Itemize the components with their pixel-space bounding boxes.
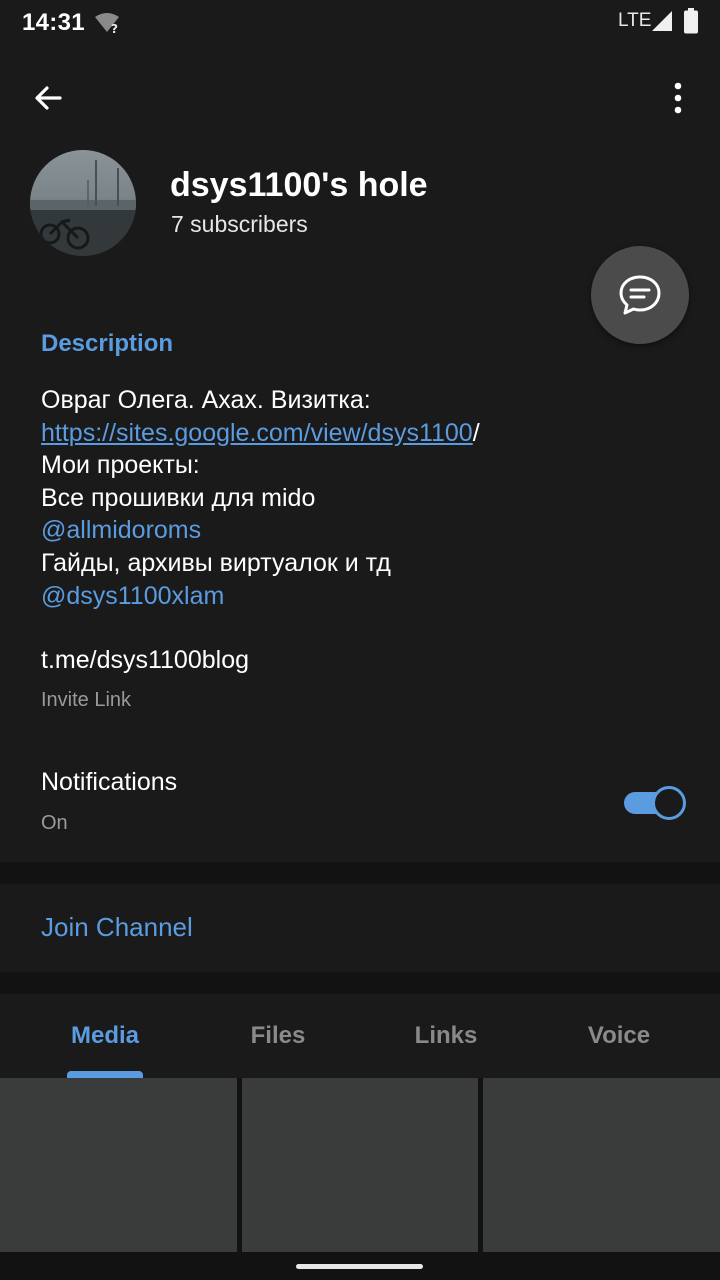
subscriber-count: 7 subscribers (171, 211, 308, 237)
description-line: Гайды, архивы виртуалок и тд (41, 548, 391, 577)
description-line: Все прошивки для mido (41, 483, 316, 512)
mention-link-allmidoroms[interactable]: @allmidoroms (41, 516, 201, 544)
status-time: 14:31 (22, 9, 85, 36)
media-thumbnail[interactable] (0, 1078, 237, 1252)
back-button[interactable] (22, 72, 74, 124)
more-vert-icon (674, 82, 682, 114)
home-gesture-handle[interactable] (296, 1264, 423, 1269)
battery-icon (684, 8, 698, 39)
arrow-back-icon (35, 86, 62, 110)
media-grid (0, 1078, 720, 1252)
svg-text:?: ? (111, 22, 118, 34)
media-thumbnail[interactable] (242, 1078, 478, 1252)
mention-link-dsys1100xlam[interactable]: @dsys1100xlam (41, 582, 224, 610)
tab-media[interactable]: Media (30, 1022, 180, 1050)
join-channel-row[interactable]: Join Channel (0, 884, 720, 972)
description-url-link[interactable]: https://sites.google.com/view/dsys1100 (41, 419, 473, 447)
tab-voice[interactable]: Voice (544, 1022, 694, 1050)
media-thumbnail[interactable] (483, 1078, 720, 1252)
network-type: LTE (618, 10, 652, 31)
description-line: Овраг Олега. Ахах. Визитка: (41, 386, 371, 414)
chat-bubble-icon (619, 275, 661, 315)
notifications-toggle[interactable] (622, 785, 686, 820)
signal-icon (650, 10, 674, 37)
system-nav-bar (0, 1252, 720, 1280)
invite-link[interactable]: t.me/dsys1100blog (41, 646, 249, 675)
shared-media-tabs: Media Files Links Voice (0, 994, 720, 1078)
tab-links[interactable]: Links (371, 1022, 521, 1050)
more-options-button[interactable] (660, 72, 696, 124)
status-bar: 14:31 ? LTE (0, 0, 720, 44)
invite-link-label: Invite Link (41, 689, 132, 711)
channel-avatar[interactable] (30, 150, 136, 256)
toggle-knob (652, 786, 686, 820)
description-url-suffix: / (472, 418, 480, 447)
description-text: Овраг Олега. Ахах. Визитка: https://site… (41, 384, 691, 612)
join-channel-button[interactable]: Join Channel (41, 912, 193, 943)
discuss-button[interactable] (591, 246, 689, 344)
tab-files[interactable]: Files (203, 1022, 353, 1050)
notifications-label: Notifications (41, 768, 178, 796)
wifi-unknown-icon: ? (94, 12, 122, 39)
notifications-status: On (41, 812, 68, 834)
description-line: Мои проекты: (41, 451, 200, 480)
channel-info-section: Description Овраг Олега. Ахах. Визитка: … (0, 296, 720, 862)
channel-title: dsys1100's hole (170, 166, 428, 204)
active-tab-indicator (67, 1071, 143, 1078)
description-header: Description (41, 330, 174, 357)
